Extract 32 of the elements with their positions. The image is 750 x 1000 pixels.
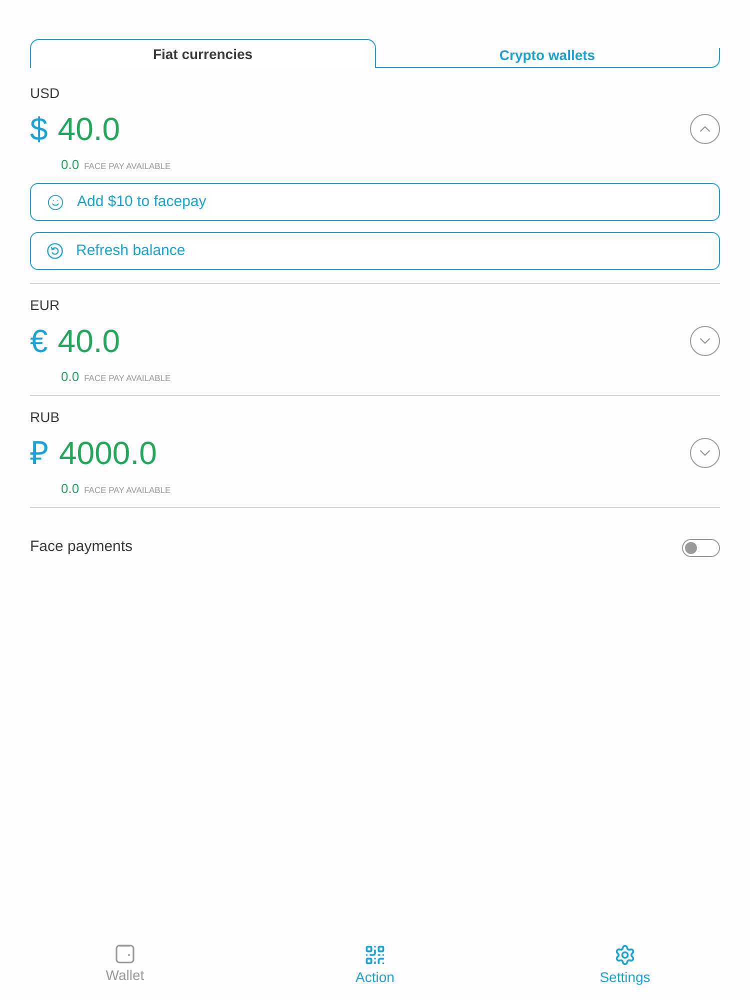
currency-symbol: $ <box>30 110 48 149</box>
qr-code-icon <box>364 944 386 966</box>
facepay-label: FACE PAY AVAILABLE <box>84 160 171 173</box>
toggle-switch[interactable] <box>682 538 720 556</box>
action-button[interactable]: Refresh balance <box>30 232 720 270</box>
refresh-icon <box>47 243 63 259</box>
action-button[interactable]: Add $10 to facepay <box>30 183 720 221</box>
facepay-amount: 0.0 <box>61 481 80 497</box>
tab[interactable]: Fiat currencies <box>30 39 376 68</box>
expand-button[interactable] <box>690 326 720 356</box>
facepay-amount: 0.0 <box>61 369 80 385</box>
facepay-label: FACE PAY AVAILABLE <box>84 372 171 385</box>
currency-code: RUB <box>30 408 61 426</box>
balance-amount: 40.0 <box>58 322 120 361</box>
collapse-button[interactable] <box>690 114 720 144</box>
tab[interactable]: Crypto wallets <box>376 48 720 68</box>
wallet-icon <box>114 944 135 964</box>
nav-tab[interactable]: Wallet <box>106 944 144 986</box>
facepay-label: FACE PAY AVAILABLE <box>84 484 171 497</box>
nav-tab[interactable]: Settings <box>600 944 650 986</box>
settings-icon <box>614 944 636 966</box>
balance-amount: 40.0 <box>58 110 120 149</box>
setting-label: Face payments <box>30 537 133 558</box>
nav-tab[interactable]: Action <box>356 944 394 986</box>
balance-amount: 4000.0 <box>59 434 157 473</box>
currency-code: EUR <box>30 296 61 314</box>
currency-symbol: ₽ <box>30 434 49 473</box>
smiley-icon <box>47 194 64 210</box>
currency-code: USD <box>30 84 61 102</box>
currency-symbol: € <box>30 322 48 361</box>
expand-button[interactable] <box>690 438 720 468</box>
facepay-amount: 0.0 <box>61 157 80 173</box>
